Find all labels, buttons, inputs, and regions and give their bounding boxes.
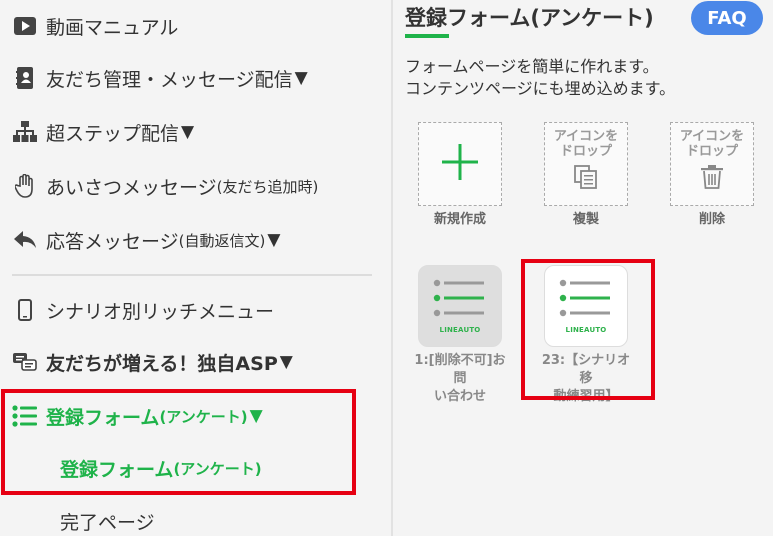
- sidebar-item-label: 超ステップ配信: [46, 122, 180, 145]
- sidebar-subitem-suffix: (アンケート): [173, 459, 262, 478]
- reply-icon: [12, 228, 38, 252]
- sidebar-subitem-label: 登録フォーム: [60, 458, 174, 481]
- sidebar-item-video-manual[interactable]: 動画マニュアル: [12, 8, 178, 44]
- duplicate-drop-zone[interactable]: アイコンを ドロップ: [544, 122, 628, 206]
- sidebar-item-suffix: (アンケート): [159, 407, 248, 426]
- list-icon: [559, 278, 613, 324]
- hierarchy-icon: [12, 120, 38, 144]
- trash-icon: [701, 165, 723, 193]
- sidebar-item-label: 動画マニュアル: [46, 16, 179, 39]
- sidebar-item-suffix: (自動返信文): [178, 231, 266, 250]
- sidebar-subitem-complete-page[interactable]: 完了ページ: [60, 506, 155, 536]
- form-label-line: 1:[削除不可]お問: [414, 353, 506, 386]
- chevron-down-icon: ▼: [267, 230, 281, 250]
- form-item-scenario-practice[interactable]: LINEAUTO: [544, 265, 628, 347]
- sidebar-item-label: 登録フォーム: [46, 406, 160, 429]
- sidebar-item-step-delivery[interactable]: 超ステップ配信 ▼: [12, 114, 194, 150]
- tool-label-new: 新規作成: [433, 212, 486, 227]
- form-item-label: 1:[削除不可]お問 い合わせ: [410, 352, 510, 406]
- sidebar-item-greeting-message[interactable]: あいさつメッセージ (友だち追加時): [12, 168, 318, 204]
- sidebar: 動画マニュアル 友だち管理・メッセージ配信 ▼ 超ステップ配信 ▼ あいさつメッ…: [0, 0, 393, 536]
- title-underline: [405, 34, 449, 38]
- sidebar-divider: [12, 274, 372, 276]
- list-icon: [433, 278, 487, 324]
- drop-text: アイコンを ドロップ: [554, 129, 618, 159]
- sidebar-item-label: 友だち管理・メッセージ配信: [46, 68, 293, 91]
- chevron-down-icon: ▼: [181, 122, 195, 142]
- sidebar-item-suffix: (友だち追加時): [216, 177, 319, 196]
- sidebar-item-registration-form[interactable]: 登録フォーム (アンケート) ▼: [12, 398, 263, 434]
- chevron-down-icon: ▼: [279, 352, 293, 372]
- sidebar-subitem-registration-form[interactable]: 登録フォーム (アンケート): [60, 452, 262, 484]
- chevron-down-icon: ▼: [294, 68, 308, 88]
- drop-text-line: ドロップ: [559, 144, 612, 159]
- faq-button[interactable]: FAQ: [691, 1, 763, 35]
- sidebar-subitem-label: 完了ページ: [60, 511, 155, 534]
- lineauto-logo: LINEAUTO: [439, 326, 481, 334]
- sidebar-item-rich-menu[interactable]: シナリオ別リッチメニュー: [12, 292, 274, 328]
- chevron-down-icon: ▼: [249, 406, 263, 426]
- hand-wave-icon: [12, 174, 38, 198]
- delete-drop-zone[interactable]: アイコンを ドロップ: [670, 122, 754, 206]
- sidebar-item-label: 応答メッセージ: [46, 230, 179, 253]
- lineauto-logo: LINEAUTO: [565, 326, 607, 334]
- form-label-line: 動練習用】: [553, 389, 619, 404]
- tool-label-delete: 削除: [698, 212, 725, 227]
- drop-text-line: アイコンを: [679, 129, 745, 144]
- video-play-icon: [12, 14, 38, 38]
- description-line: コンテンツページにも埋め込めます。: [405, 79, 676, 98]
- drop-text: アイコンを ドロップ: [680, 129, 744, 159]
- chat-bubbles-icon: [12, 350, 38, 374]
- drop-text-line: アイコンを: [553, 129, 619, 144]
- page-description: フォームページを簡単に作れます。 コンテンツページにも埋め込めます。: [405, 56, 675, 100]
- sidebar-item-label: あいさつメッセージ: [46, 176, 217, 199]
- sidebar-item-auto-reply[interactable]: 応答メッセージ (自動返信文) ▼: [12, 222, 280, 258]
- sidebar-item-label: 友だちが増える！独自ASP: [46, 352, 278, 375]
- plus-icon: [442, 144, 478, 184]
- form-label-line: 23:【シナリオ移: [541, 353, 631, 386]
- sidebar-item-friend-management[interactable]: 友だち管理・メッセージ配信 ▼: [12, 60, 308, 96]
- contact-book-icon: [12, 66, 38, 90]
- sidebar-item-asp[interactable]: 友だちが増える！独自ASP ▼: [12, 344, 293, 380]
- copy-icon: [574, 165, 598, 193]
- smartphone-icon: [12, 298, 38, 322]
- description-line: フォームページを簡単に作れます。: [405, 57, 659, 76]
- new-form-button[interactable]: [418, 122, 502, 206]
- list-icon: [12, 404, 38, 428]
- form-label-line: い合わせ: [433, 389, 486, 404]
- drop-text-line: ドロップ: [685, 144, 738, 159]
- form-item-inquiry[interactable]: LINEAUTO: [418, 265, 502, 347]
- page-title: 登録フォーム(アンケート): [405, 6, 654, 30]
- sidebar-item-label: シナリオ別リッチメニュー: [46, 300, 275, 323]
- tool-label-duplicate: 複製: [572, 212, 599, 227]
- main-panel: 登録フォーム(アンケート) FAQ フォームページを簡単に作れます。 コンテンツ…: [395, 0, 773, 536]
- form-item-label: 23:【シナリオ移 動練習用】: [536, 352, 636, 406]
